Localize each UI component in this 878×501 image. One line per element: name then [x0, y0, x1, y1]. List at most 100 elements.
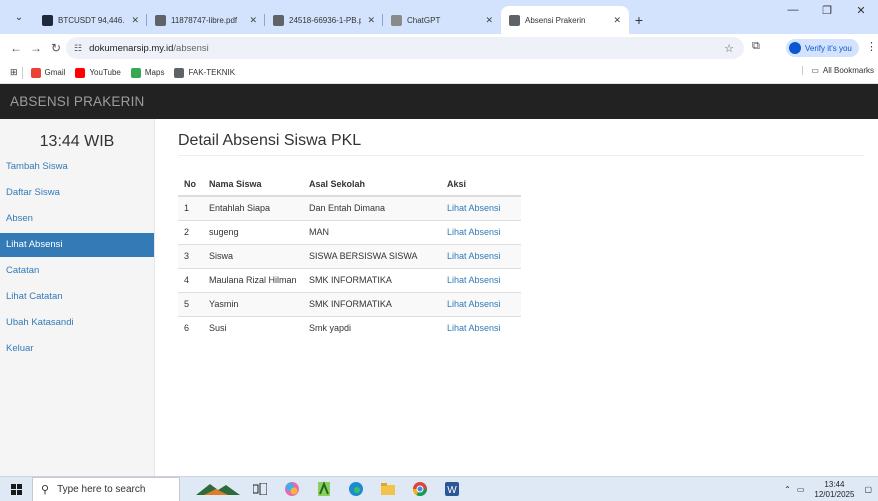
- lihat-absensi-link[interactable]: Lihat Absensi: [447, 299, 501, 309]
- lihat-absensi-link[interactable]: Lihat Absensi: [447, 251, 501, 261]
- sidebar-item-daftar-siswa[interactable]: Daftar Siswa: [0, 185, 154, 211]
- cell-nama-siswa: sugeng: [203, 219, 303, 244]
- cell-nama-siswa: Yasmin: [203, 291, 303, 316]
- lihat-absensi-link[interactable]: Lihat Absensi: [447, 227, 501, 237]
- landscape-widget-icon[interactable]: [196, 480, 240, 498]
- reload-icon[interactable]: ↻: [46, 41, 66, 55]
- tab-favicon-icon: [509, 14, 520, 26]
- notepad-plus-icon[interactable]: [312, 480, 336, 498]
- browser-menu-kebab-icon[interactable]: ⋮: [866, 40, 877, 53]
- header-no: No: [178, 173, 203, 197]
- all-bookmarks-button[interactable]: ▭ All Bookmarks: [802, 66, 874, 75]
- bookmark-item[interactable]: Maps: [130, 67, 165, 78]
- tray-date: 12/01/2025: [814, 489, 855, 499]
- tab-close-icon[interactable]: ✕: [485, 15, 493, 26]
- forward-arrow-icon[interactable]: →: [26, 41, 46, 55]
- browser-tab[interactable]: 11878747-libre.pdf ✕: [147, 6, 265, 34]
- cell-aksi: Lihat Absensi: [441, 315, 521, 340]
- cell-aksi: Lihat Absensi: [441, 195, 521, 220]
- back-arrow-icon[interactable]: ←: [6, 41, 26, 55]
- battery-icon[interactable]: ▭: [797, 485, 805, 494]
- tab-favicon-icon: [155, 14, 166, 26]
- table-row: 5 Yasmin SMK INFORMATIKA Lihat Absensi: [178, 291, 521, 316]
- attendance-table: No Nama Siswa Asal Sekolah Aksi 1 Entahla…: [178, 173, 521, 340]
- tab-close-icon[interactable]: ✕: [613, 15, 621, 26]
- file-explorer-icon[interactable]: [376, 480, 400, 498]
- tab-close-icon[interactable]: ✕: [249, 15, 257, 26]
- sidebar-item-lihat-absensi[interactable]: Lihat Absensi: [0, 233, 154, 257]
- sidebar-item-lihat-catatan[interactable]: Lihat Catatan: [0, 289, 154, 315]
- taskbar-apps: W: [196, 480, 472, 498]
- lihat-absensi-link[interactable]: Lihat Absensi: [447, 275, 501, 285]
- close-window-icon[interactable]: ✕: [844, 4, 878, 17]
- table-row: 2 sugeng MAN Lihat Absensi: [178, 219, 521, 244]
- cell-asal-sekolah: Smk yapdi: [303, 315, 441, 340]
- cell-aksi: Lihat Absensi: [441, 243, 521, 268]
- cell-no: 2: [178, 219, 203, 244]
- lihat-absensi-link[interactable]: Lihat Absensi: [447, 323, 501, 333]
- bookmark-item[interactable]: YouTube: [75, 67, 121, 78]
- sidebar-item-keluar[interactable]: Keluar: [0, 341, 154, 367]
- copilot-icon[interactable]: [280, 480, 304, 498]
- search-icon: ⚲: [41, 483, 50, 496]
- tray-clock[interactable]: 13:44 12/01/2025: [814, 480, 854, 500]
- browser-tab[interactable]: 24518-66936-1-PB.pdf ✕: [265, 6, 383, 34]
- sidebar-item-tambah-siswa[interactable]: Tambah Siswa: [0, 159, 154, 185]
- bookmark-favicon-icon: [75, 67, 86, 78]
- url-input[interactable]: ☷ dokumenarsip.my.id/absensi ☆: [66, 37, 744, 59]
- app-navbar: ABSENSI PRAKERIN: [0, 84, 878, 119]
- site-info-icon[interactable]: ☷: [74, 43, 82, 54]
- bookmark-label: Maps: [144, 68, 165, 77]
- bookmark-item[interactable]: FAK-TEKNIK: [174, 67, 235, 78]
- cell-no: 5: [178, 291, 203, 316]
- table-row: 4 Maulana Rizal Hilman SMK INFORMATIKA Liha…: [178, 267, 521, 292]
- table-body: 1 Entahlah Siapa Dan Entah Dimana Lihat Abs…: [178, 195, 521, 340]
- cell-no: 1: [178, 195, 203, 220]
- bookmark-favicon-icon: [30, 67, 41, 78]
- cell-no: 4: [178, 267, 203, 292]
- header-aksi: Aksi: [441, 173, 521, 197]
- extensions-puzzle-icon[interactable]: ⧉: [752, 40, 760, 53]
- window-controls: — ❐ ✕: [776, 4, 878, 17]
- lihat-absensi-link[interactable]: Lihat Absensi: [447, 203, 501, 213]
- taskbar-search-box[interactable]: ⚲ Type here to search: [32, 476, 180, 501]
- url-path: /absensi: [173, 42, 209, 54]
- header-asal-sekolah: Asal Sekolah: [303, 173, 441, 197]
- tab-title: 24518-66936-1-PB.pdf: [289, 15, 362, 25]
- sidebar-clock: 13:44 WIB: [39, 133, 115, 150]
- word-icon[interactable]: W: [440, 480, 464, 498]
- new-tab-plus-icon[interactable]: +: [629, 6, 649, 34]
- folder-icon: ▭: [811, 66, 819, 75]
- browser-tab[interactable]: ChatGPT ✕: [383, 6, 501, 34]
- restore-icon[interactable]: ❐: [810, 4, 844, 17]
- sidebar-nav: Tambah Siswa Daftar Siswa Absen Lihat Absen…: [0, 159, 154, 367]
- table-row: 1 Entahlah Siapa Dan Entah Dimana Lihat Abs…: [178, 195, 521, 220]
- tray-chevron-icon[interactable]: ⌃: [784, 485, 791, 494]
- browser-tab[interactable]: Absensi Prakerin ✕: [501, 6, 629, 34]
- minimize-icon[interactable]: —: [776, 4, 810, 17]
- profile-verify-button[interactable]: Verify it's you: [786, 39, 859, 57]
- bookmark-item[interactable]: Gmail: [30, 67, 65, 78]
- cell-nama-siswa: Susi: [203, 315, 303, 340]
- chrome-icon[interactable]: [408, 480, 432, 498]
- sidebar-item-ubah-katasandi[interactable]: Ubah Katasandi: [0, 315, 154, 341]
- tab-close-icon[interactable]: ✕: [367, 15, 375, 26]
- svg-text:W: W: [447, 485, 457, 496]
- table-header-row: No Nama Siswa Asal Sekolah Aksi: [178, 173, 521, 197]
- app-brand[interactable]: ABSENSI PRAKERIN: [10, 94, 145, 109]
- apps-grid-icon[interactable]: ⊞: [10, 67, 18, 78]
- browser-tab[interactable]: BTCUSDT 94,446.68 ▼ −0.16 ✕: [34, 6, 147, 34]
- tab-close-icon[interactable]: ✕: [131, 15, 139, 26]
- start-button[interactable]: [0, 483, 32, 495]
- notification-icon[interactable]: ▢: [864, 485, 872, 494]
- sidebar-item-catatan[interactable]: Catatan: [0, 263, 154, 289]
- browser-tab-strip: ⌄ BTCUSDT 94,446.68 ▼ −0.16✕11878747-lib…: [0, 0, 878, 34]
- tab-search-chevron-icon[interactable]: ⌄: [8, 6, 30, 28]
- cell-aksi: Lihat Absensi: [441, 219, 521, 244]
- cell-nama-siswa: Entahlah Siapa: [203, 195, 303, 220]
- task-view-icon[interactable]: [248, 480, 272, 498]
- cell-asal-sekolah: SMK INFORMATIKA: [303, 267, 441, 292]
- edge-icon[interactable]: [344, 480, 368, 498]
- bookmark-star-icon[interactable]: ☆: [724, 42, 734, 55]
- bookmarks-bar: ⊞ Gmail YouTube Maps FAK-TEKNIK ▭ All Bookm…: [0, 62, 878, 84]
